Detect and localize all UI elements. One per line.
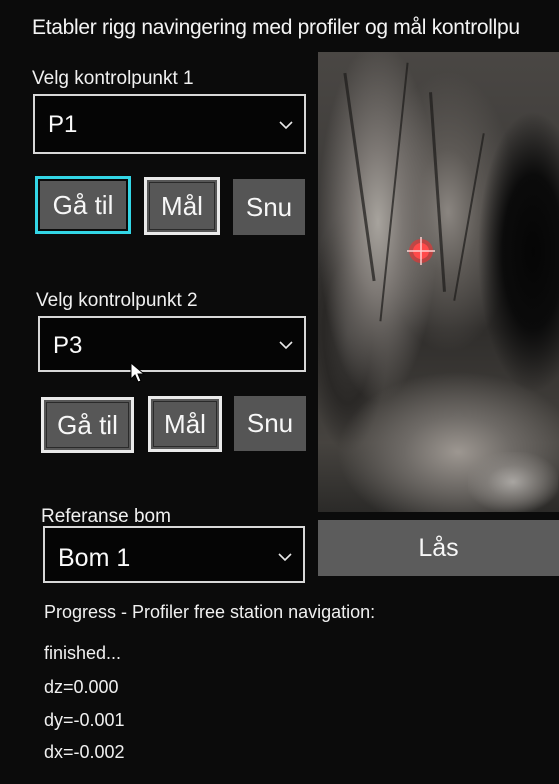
controlpoint-1-turn-button[interactable]: Snu [233,179,305,235]
rock-crack [343,72,376,282]
controlpoint-2-measure-button[interactable]: Mål [148,396,222,452]
page-title: Etabler rigg navingering med profiler og… [32,16,520,39]
reference-boom-dropdown[interactable]: Bom 1 [43,526,305,583]
progress-dz: dz=0.000 [44,677,119,697]
measure-label: Mål [164,408,206,439]
reference-boom-label: Referanse bom [41,506,171,527]
controlpoint-2-turn-button[interactable]: Snu [234,396,306,451]
lock-label: Lås [418,533,459,562]
progress-dx: dx=-0.002 [44,742,125,762]
controlpoint-1-label: Velg kontrolpunkt 1 [32,68,194,89]
mouse-pointer-icon [130,362,146,383]
reference-boom-value: Bom 1 [58,544,131,572]
controlpoint-2-value: P3 [53,332,83,359]
measure-label: Mål [161,190,203,221]
progress-dy: dy=-0.001 [44,710,125,730]
turn-label: Snu [246,408,294,438]
controlpoint-2-dropdown[interactable]: P3 [38,316,306,372]
chevron-down-icon [278,553,292,562]
chevron-down-icon [279,341,293,350]
rock-crack [379,62,409,322]
controlpoint-1-goto-button[interactable]: Gå til [35,176,131,234]
controlpoint-2-goto-button[interactable]: Gå til [41,397,134,453]
floor-reflection [468,452,558,512]
controlpoint-2-label: Velg kontrolpunkt 2 [36,290,198,311]
goto-label: Gå til [52,189,114,220]
app-window: Etabler rigg navingering med profiler og… [0,0,559,784]
controlpoint-1-measure-button[interactable]: Mål [144,177,220,235]
goto-label: Gå til [57,409,118,440]
rock-crack [453,133,485,301]
camera-view [318,52,559,512]
progress-title: Progress - Profiler free station navigat… [44,602,376,622]
controlpoint-1-value: P1 [48,111,78,138]
lock-button[interactable]: Lås [318,520,559,576]
chevron-down-icon [279,121,293,130]
turn-label: Snu [245,191,293,222]
controlpoint-1-dropdown[interactable]: P1 [33,94,306,154]
crosshair-target-icon [407,237,435,265]
progress-status: finished... [44,643,122,663]
